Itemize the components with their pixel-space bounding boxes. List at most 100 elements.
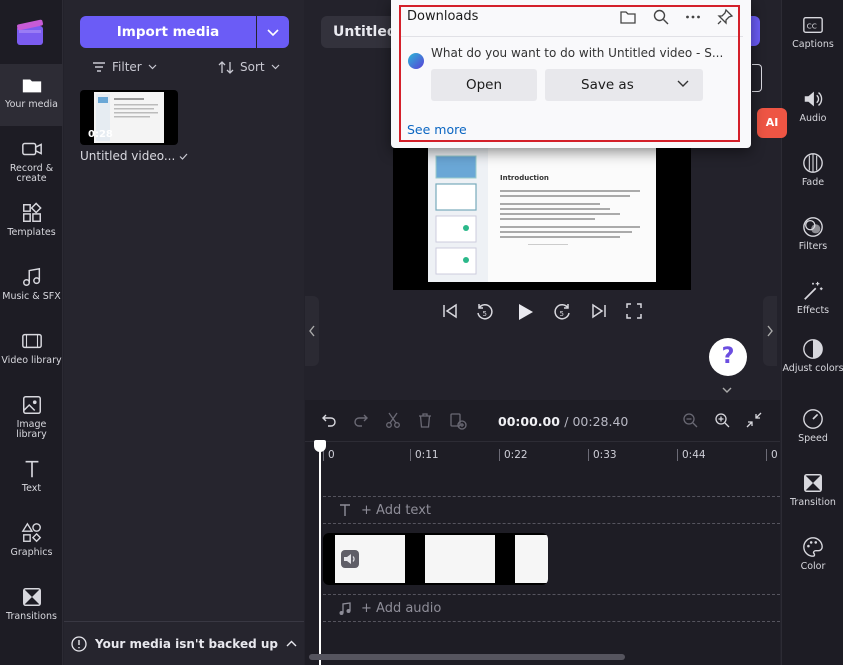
pin-icon[interactable] [716, 8, 734, 26]
cc-icon: CC [803, 16, 823, 34]
nav-transitions[interactable]: Transitions [0, 576, 63, 638]
duplicate-icon[interactable] [449, 412, 467, 430]
media-panel: Import media Filter Sort 0:28 Untitled v… [64, 0, 304, 665]
skip-to-end-icon[interactable] [590, 302, 608, 320]
chevron-down-icon [677, 80, 689, 87]
skip-to-start-icon[interactable] [441, 302, 459, 320]
help-button[interactable]: ? [709, 338, 747, 376]
ruler-tick: 0:11 [410, 449, 439, 461]
fullscreen-icon[interactable] [625, 302, 643, 320]
ai-assistant-button[interactable]: AI [757, 108, 787, 138]
speedometer-icon [803, 409, 823, 429]
transition-icon [804, 474, 822, 492]
nav-label: Graphics [10, 547, 53, 558]
media-item-label: Untitled video... [80, 149, 176, 163]
prop-fade[interactable]: Fade [782, 138, 843, 202]
collapse-right-panel-button[interactable] [763, 296, 777, 366]
nav-label: Image library [16, 419, 47, 440]
aspect-ratio-button[interactable] [752, 64, 762, 92]
prop-transition[interactable]: Transition [782, 458, 843, 522]
mute-clip-button[interactable] [341, 550, 359, 568]
timeline-ruler[interactable]: 0 0:11 0:22 0:33 0:44 0 [305, 443, 780, 465]
left-nav: Your media Record & create Templates Mus… [0, 0, 63, 665]
chevron-down-icon[interactable] [721, 386, 733, 394]
prop-speed[interactable]: Speed [782, 394, 843, 458]
nav-graphics[interactable]: Graphics [0, 512, 63, 574]
clipchamp-file-icon [408, 53, 424, 69]
export-button[interactable] [751, 16, 760, 46]
search-icon[interactable] [652, 8, 670, 26]
filters-icon [803, 217, 823, 237]
nav-label: Your media [5, 99, 58, 110]
prop-captions[interactable]: CC Captions [782, 0, 843, 64]
folder-icon [22, 79, 41, 93]
nav-label: Video library [1, 355, 62, 366]
download-message: What do you want to do with Untitled vid… [431, 46, 724, 60]
prop-adjust-colors[interactable]: Adjust colors [782, 324, 843, 388]
media-item-name[interactable]: Untitled video... [80, 149, 188, 163]
play-icon[interactable] [515, 302, 535, 322]
prop-label: Color [800, 561, 826, 572]
clipchamp-logo [17, 19, 43, 45]
more-options-icon[interactable] [684, 8, 702, 26]
backup-notice[interactable]: Your media isn't backed up [64, 621, 304, 665]
check-icon [179, 153, 188, 160]
clip-frame [425, 535, 495, 583]
timeline-scrollbar[interactable] [309, 654, 625, 660]
music-icon [22, 267, 40, 286]
text-track[interactable]: + Add text [323, 496, 780, 524]
prop-audio[interactable]: Audio [782, 74, 843, 138]
text-icon [25, 460, 38, 478]
video-preview[interactable]: Introduction [393, 140, 691, 290]
zoom-in-icon[interactable] [714, 412, 730, 428]
slide-content [428, 148, 640, 282]
media-item-thumbnail[interactable]: 0:28 [80, 90, 178, 145]
forward-5s-icon[interactable]: 5 [552, 302, 572, 322]
prop-effects[interactable]: Effects [782, 266, 843, 330]
chevron-right-icon [767, 325, 773, 337]
trash-icon[interactable] [417, 412, 433, 428]
nav-record-create[interactable]: Record & create [0, 128, 63, 190]
import-options-button[interactable] [257, 16, 289, 48]
zoom-out-icon[interactable] [682, 412, 698, 428]
ruler-tick: 0:44 [677, 449, 706, 461]
slide-heading: Introduction [500, 174, 549, 182]
nav-templates[interactable]: Templates [0, 192, 63, 254]
nav-text[interactable]: Text [0, 448, 63, 510]
timeline: 00:00.00 / 00:28.40 0 0:11 0:22 0:33 0:4… [305, 400, 780, 665]
redo-icon[interactable] [353, 412, 369, 428]
playback-controls: 5 5 [305, 298, 780, 326]
nav-label: Transitions [6, 611, 57, 622]
collapse-left-panel-button[interactable] [305, 296, 319, 366]
import-media-button[interactable]: Import media [80, 16, 256, 48]
nav-label: Text [21, 483, 42, 494]
prop-filters[interactable]: Filters [782, 202, 843, 266]
chevron-down-icon [271, 64, 280, 70]
nav-music-sfx[interactable]: Music & SFX [0, 256, 63, 318]
filter-button[interactable]: Filter [92, 60, 157, 74]
filter-label: Filter [112, 60, 142, 74]
save-as-button[interactable]: Save as [545, 69, 703, 101]
audio-track[interactable]: + Add audio [323, 594, 780, 622]
chevron-left-icon [309, 325, 315, 337]
nav-your-media[interactable]: Your media [0, 64, 63, 126]
prop-color[interactable]: Color [782, 522, 843, 586]
see-more-link[interactable]: See more [407, 122, 467, 137]
rewind-5s-icon[interactable]: 5 [475, 302, 495, 322]
open-button[interactable]: Open [431, 69, 537, 101]
sort-button[interactable]: Sort [218, 60, 280, 74]
clip-frame [515, 535, 548, 583]
undo-icon[interactable] [321, 412, 337, 428]
nav-video-library[interactable]: Video library [0, 320, 63, 382]
shapes-icon [21, 522, 41, 543]
scissors-icon[interactable] [385, 412, 401, 428]
nav-label: Music & SFX [2, 291, 61, 302]
prop-label: Effects [796, 305, 830, 316]
nav-image-library[interactable]: Image library [0, 384, 63, 446]
playhead[interactable] [314, 440, 326, 665]
fit-timeline-icon[interactable] [746, 412, 762, 428]
sort-label: Sort [240, 60, 265, 74]
folder-icon[interactable] [619, 8, 637, 26]
templates-icon [22, 202, 42, 222]
image-icon [22, 396, 41, 414]
